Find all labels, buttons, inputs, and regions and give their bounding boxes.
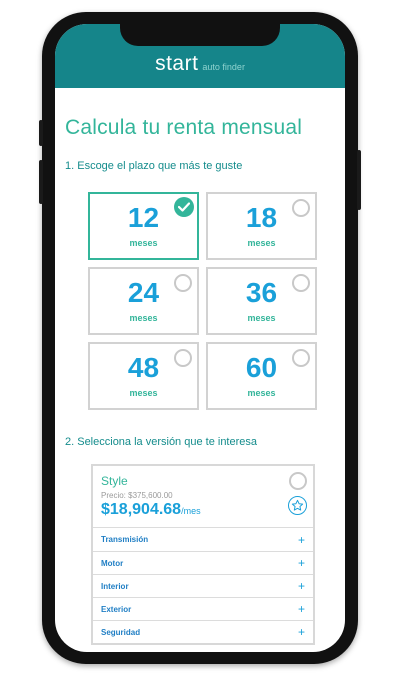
radio-icon[interactable] [292, 349, 310, 367]
section-transmision[interactable]: Transmisión + [93, 528, 313, 551]
term-option-60[interactable]: 60 meses [206, 342, 317, 410]
term-unit: meses [129, 238, 158, 248]
term-unit: meses [129, 313, 158, 323]
version-price: Precio: $375,600.00 [101, 491, 173, 500]
page-title: Calcula tu renta mensual [65, 116, 303, 139]
radio-icon[interactable] [292, 274, 310, 292]
monthly-amount: $18,904.68 [101, 501, 182, 518]
radio-icon[interactable] [174, 349, 192, 367]
plus-icon[interactable]: + [298, 603, 305, 615]
phone-screen: start auto finder Calcula tu renta mensua… [55, 24, 345, 652]
version-header: Style Precio: $375,600.00 $18,904.68/mes [93, 466, 313, 528]
check-icon[interactable] [174, 197, 194, 217]
section-label: Motor [101, 558, 124, 568]
section-label: Exterior [101, 604, 132, 614]
section-exterior[interactable]: Exterior + [93, 597, 313, 620]
section-label: Transmisión [101, 535, 149, 544]
term-option-48[interactable]: 48 meses [88, 342, 199, 410]
side-button [39, 120, 43, 146]
term-option-12[interactable]: 12 meses [88, 192, 199, 260]
plus-icon[interactable]: + [298, 580, 305, 592]
term-option-36[interactable]: 36 meses [206, 267, 317, 335]
plus-icon[interactable]: + [298, 534, 305, 546]
radio-icon[interactable] [289, 472, 307, 490]
main-content: Calcula tu renta mensual 1. Escoge el pl… [55, 116, 345, 645]
version-name: Style [101, 474, 128, 488]
term-option-18[interactable]: 18 meses [206, 192, 317, 260]
brand-name: start [155, 52, 199, 75]
step-2-label: 2. Selecciona la versión que te interesa [65, 436, 258, 448]
plus-icon[interactable]: + [298, 626, 305, 638]
section-interior[interactable]: Interior + [93, 574, 313, 597]
term-unit: meses [247, 238, 276, 248]
brand-subtitle: auto finder [202, 62, 245, 72]
plus-icon[interactable]: + [298, 557, 305, 569]
section-seguridad[interactable]: Seguridad + [93, 620, 313, 643]
star-icon[interactable] [288, 496, 307, 515]
step-1-label: 1. Escoge el plazo que más te guste [65, 160, 243, 172]
radio-icon[interactable] [174, 274, 192, 292]
brand-logo[interactable]: start auto finder [55, 52, 345, 76]
version-card[interactable]: Style Precio: $375,600.00 $18,904.68/mes… [91, 464, 315, 645]
term-unit: meses [247, 388, 276, 398]
term-unit: meses [247, 313, 276, 323]
term-option-24[interactable]: 24 meses [88, 267, 199, 335]
version-sections: Transmisión + Motor + Interior + Exterio… [93, 528, 313, 643]
radio-icon[interactable] [292, 199, 310, 217]
version-monthly: $18,904.68/mes [101, 501, 305, 519]
side-button [39, 160, 43, 204]
section-label: Interior [101, 581, 129, 591]
phone-notch [120, 24, 280, 46]
monthly-unit: /mes [181, 506, 201, 516]
term-grid: 12 meses 18 meses 24 meses 36 meses 48 m… [88, 192, 318, 410]
section-motor[interactable]: Motor + [93, 551, 313, 574]
section-label: Seguridad [101, 627, 141, 637]
side-button [357, 150, 361, 210]
term-unit: meses [129, 388, 158, 398]
